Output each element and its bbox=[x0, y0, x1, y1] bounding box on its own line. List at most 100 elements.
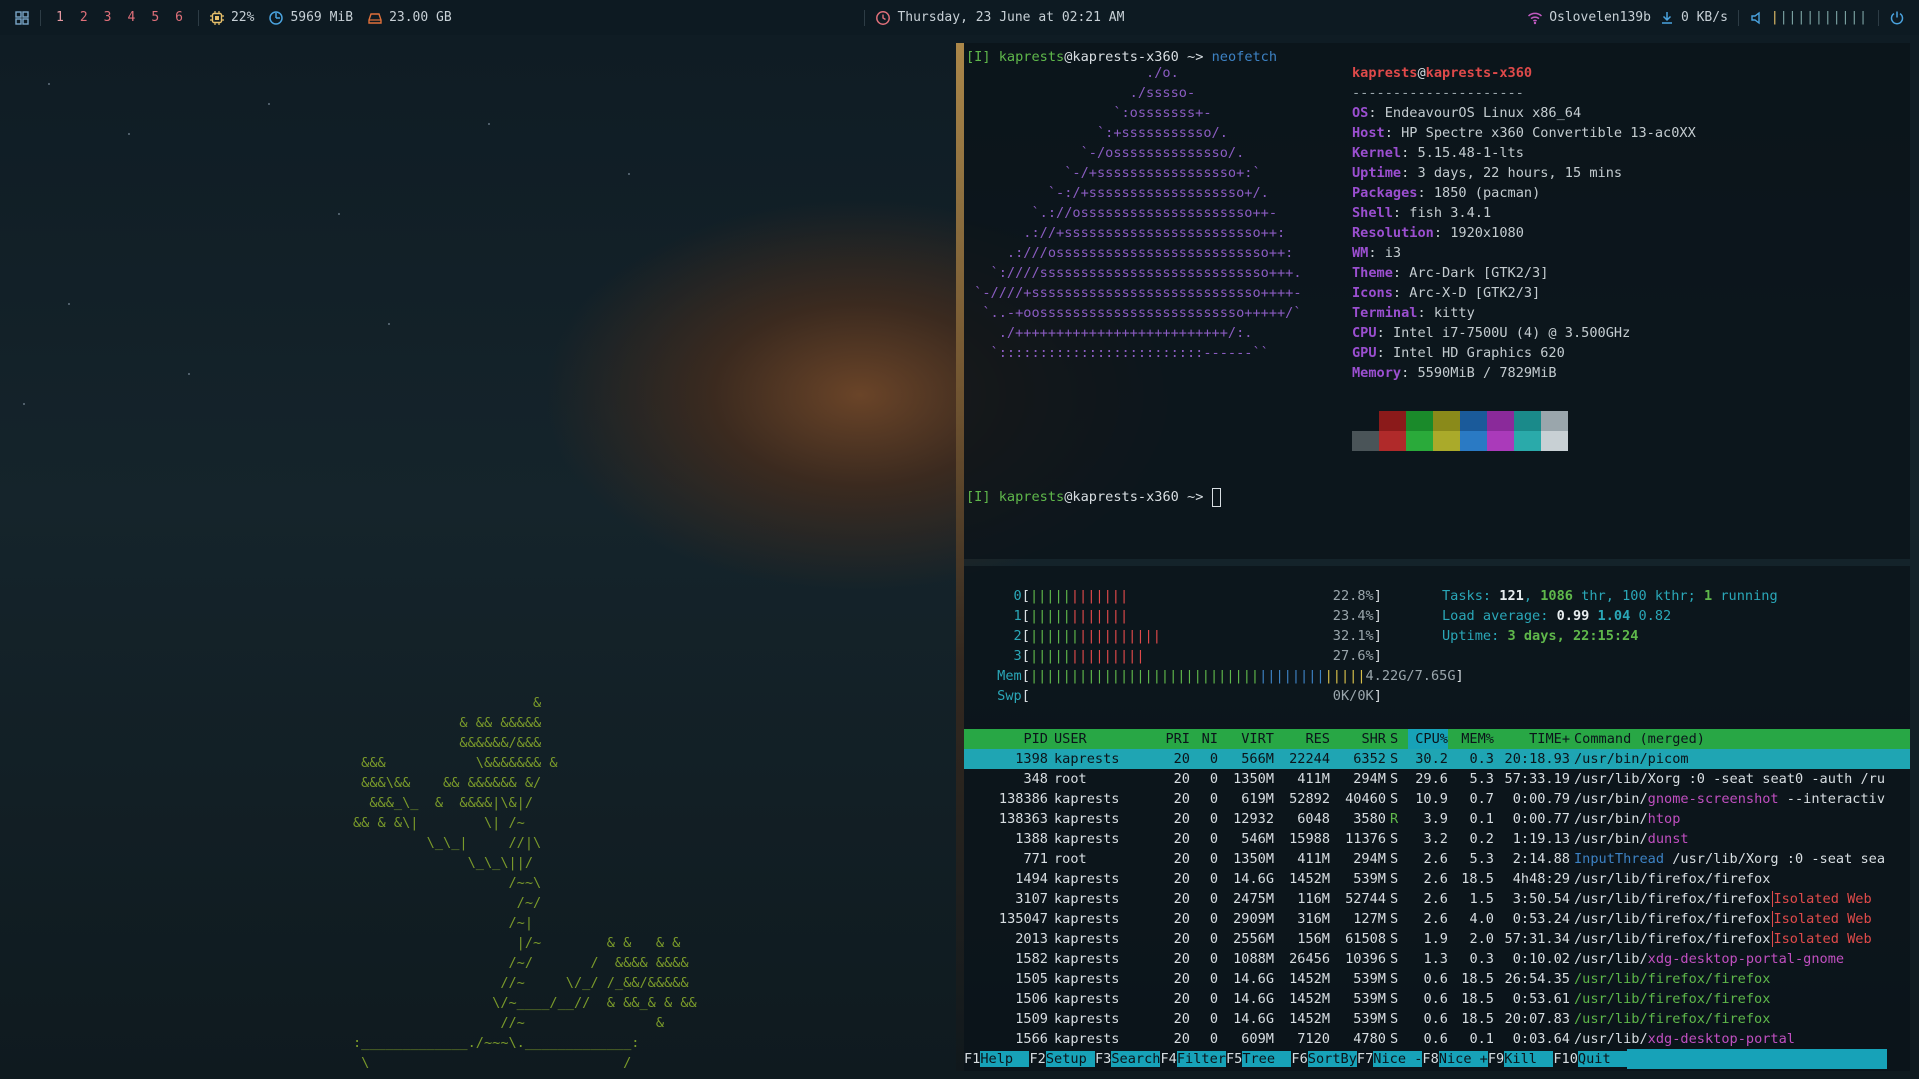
cell-shr: 6352 bbox=[1353, 751, 1386, 767]
process-row[interactable]: 1388 kaprests 20 0 546M 15988 11376 S 3.2 0.2 1:19… bbox=[964, 829, 1910, 849]
cell-mem: 18.5 bbox=[1461, 1011, 1494, 1027]
fkey-help-button[interactable]: Help bbox=[980, 1051, 1030, 1067]
process-row[interactable]: 1494 kaprests 20 0 14.6G 1452M 539M S 2.6 18.5 4h4… bbox=[964, 869, 1910, 889]
info-key: Shell bbox=[1352, 205, 1393, 221]
process-row[interactable]: 1582 kaprests 20 0 1088M 26456 10396 S 1.3 0.3 0:1… bbox=[964, 949, 1910, 969]
cell-virt: 14.6G bbox=[1233, 971, 1274, 987]
process-row[interactable]: 1506 kaprests 20 0 14.6G 1452M 539M S 0.6 18.5 0:5… bbox=[964, 989, 1910, 1009]
column-header-time[interactable]: TIME+ bbox=[1500, 729, 1570, 749]
column-header-cpu[interactable]: CPU% bbox=[1408, 729, 1448, 749]
info-memory: Memory: 5590MiB / 7829MiB bbox=[1352, 365, 1557, 381]
workspace-2[interactable]: 2 bbox=[80, 10, 88, 25]
process-row[interactable]: 135047 kaprests 20 0 2909M 316M 127M S 2.6 4.0 0:5… bbox=[964, 909, 1910, 929]
fkey-sortby-button[interactable]: SortBy bbox=[1307, 1051, 1357, 1067]
cell-mem: 0.3 bbox=[1469, 951, 1494, 967]
column-header-s[interactable]: S bbox=[1390, 729, 1398, 749]
wifi-indicator[interactable]: Oslovelen139b bbox=[1527, 0, 1651, 35]
cell-s: S bbox=[1390, 851, 1399, 867]
fkey-quit-button[interactable]: Quit bbox=[1577, 1051, 1628, 1067]
cell-s: S bbox=[1390, 751, 1399, 767]
column-header-shr[interactable]: SHR bbox=[1334, 729, 1386, 749]
cell-s: S bbox=[1390, 771, 1399, 787]
cell-time: 0:03.64 bbox=[1512, 1031, 1570, 1047]
fkey-tree-button[interactable]: Tree bbox=[1242, 1051, 1292, 1067]
column-header-mem[interactable]: MEM% bbox=[1454, 729, 1494, 749]
process-row[interactable]: 3107 kaprests 20 0 2475M 116M 52744 S 2.6 1.5 3:50… bbox=[964, 889, 1910, 909]
text-cursor bbox=[1211, 487, 1221, 507]
process-table-header[interactable]: PID USER PRI NI VIRT RES SHR S CPU% MEM% TIME+ Comm… bbox=[964, 729, 1910, 749]
clock-pie-icon bbox=[269, 10, 284, 25]
column-header-user[interactable]: USER bbox=[1054, 729, 1087, 749]
endeavouros-logo: ./o. ./sssso- `:osssssss+- `:+ssssssssss… bbox=[974, 65, 1302, 361]
power-icon[interactable] bbox=[1889, 10, 1905, 26]
cell-pri: 20 bbox=[1173, 931, 1190, 947]
info-value: 5590MiB / 7829MiB bbox=[1417, 365, 1557, 381]
fkey-nice-button[interactable]: Nice + bbox=[1438, 1051, 1488, 1067]
cell-mem: 0.7 bbox=[1469, 791, 1494, 807]
prompt-line-2[interactable]: [I] kaprests@kaprests-x360 ~> bbox=[966, 487, 1221, 507]
process-row[interactable]: 2013 kaprests 20 0 2556M 156M 61508 S 1.9 2.0 57:3… bbox=[964, 929, 1910, 949]
cell-cmd: /usr/lib/firefox/firefox bbox=[1574, 1011, 1771, 1027]
cell-shr: 539M bbox=[1353, 971, 1386, 987]
cell-s: S bbox=[1390, 1031, 1399, 1047]
process-row[interactable]: 138363 kaprests 20 0 12932 6048 3580 R 3.9 0.1 0:0… bbox=[964, 809, 1910, 829]
cell-s: S bbox=[1390, 871, 1399, 887]
cell-virt: 12932 bbox=[1233, 811, 1274, 827]
cell-s: S bbox=[1390, 991, 1399, 1007]
color-swatch bbox=[1406, 411, 1433, 431]
column-header-ni[interactable]: NI bbox=[1198, 729, 1218, 749]
neofetch-terminal[interactable]: [I] kaprests@kaprests-x360 ~> neofetch .… bbox=[964, 43, 1910, 559]
volume-bar[interactable]: ||||||||||| bbox=[1771, 10, 1868, 25]
cell-s: S bbox=[1390, 791, 1399, 807]
cell-ni: 0 bbox=[1209, 811, 1218, 827]
fkey-search-button[interactable]: Search bbox=[1111, 1051, 1161, 1067]
cell-cmd: /usr/lib/firefox/firefox bbox=[1574, 971, 1771, 987]
workspace-3[interactable]: 3 bbox=[104, 10, 112, 25]
cell-virt: 1088M bbox=[1233, 951, 1274, 967]
color-swatch bbox=[1433, 411, 1460, 431]
cell-cmd: /usr/bin/dunst bbox=[1574, 831, 1689, 847]
info-key: Terminal bbox=[1352, 305, 1418, 321]
process-row[interactable]: 771 root 20 0 1350M 411M 294M S 2.6 5.3 2:14.88 Inp… bbox=[964, 849, 1910, 869]
workspace-5[interactable]: 5 bbox=[151, 10, 159, 25]
fkey-number: F2 bbox=[1029, 1051, 1046, 1067]
color-swatch bbox=[1487, 431, 1514, 451]
column-header-pri[interactable]: PRI bbox=[1158, 729, 1190, 749]
column-header-pid[interactable]: PID bbox=[996, 729, 1048, 749]
cell-mem: 0.1 bbox=[1469, 1031, 1494, 1047]
star bbox=[338, 213, 340, 215]
info-resolution: Resolution: 1920x1080 bbox=[1352, 225, 1524, 241]
cell-pid: 1582 bbox=[1015, 951, 1048, 967]
fkey-filter-button[interactable]: Filter bbox=[1176, 1051, 1226, 1067]
fkey-kill-button[interactable]: Kill bbox=[1504, 1051, 1554, 1067]
column-header-cmd[interactable]: Command (merged) bbox=[1574, 729, 1705, 749]
process-row[interactable]: 1505 kaprests 20 0 14.6G 1452M 539M S 0.6 18.5 26:… bbox=[964, 969, 1910, 989]
column-header-res[interactable]: RES bbox=[1278, 729, 1330, 749]
volume-indicator[interactable]: ||||||||||| bbox=[1749, 0, 1868, 35]
workspace-6[interactable]: 6 bbox=[175, 10, 183, 25]
color-swatch bbox=[1460, 411, 1487, 431]
clock[interactable]: Thursday, 23 June at 02:21 AM bbox=[875, 0, 1124, 35]
process-row[interactable]: 138386 kaprests 20 0 619M 52892 40460 S 10.9 0.7 0… bbox=[964, 789, 1910, 809]
cell-cmd: /usr/lib/firefox/firefox bbox=[1574, 871, 1771, 887]
process-row[interactable]: 1509 kaprests 20 0 14.6G 1452M 539M S 0.6 18.5 20:… bbox=[964, 1009, 1910, 1029]
workspace-1[interactable]: 1 bbox=[56, 10, 64, 25]
left-terminal-pane[interactable]: & & && &&&&& &&&&&&/&&& &&& \&&&&&&& & &… bbox=[8, 43, 956, 1071]
cell-shr: 11376 bbox=[1345, 831, 1386, 847]
star bbox=[48, 83, 50, 85]
htop-terminal[interactable]: 0[|||||||||||| 22.8%] 1[|||||||||||| 23.… bbox=[964, 566, 1910, 1071]
info-value: i3 bbox=[1384, 245, 1402, 261]
process-row[interactable]: 1566 kaprests 20 0 609M 7120 4780 S 0.6 0.1 0:03.6… bbox=[964, 1029, 1910, 1049]
cell-cmd: InputThread /usr/lib/Xorg :0 -seat sea bbox=[1574, 851, 1886, 867]
info-terminal: Terminal: kitty bbox=[1352, 305, 1475, 321]
process-row[interactable]: 1398 kaprests 20 0 566M 22244 6352 S 30.2 0.3 20:1… bbox=[964, 749, 1910, 769]
cell-pri: 20 bbox=[1173, 1031, 1190, 1047]
apps-grid-icon[interactable] bbox=[14, 10, 30, 26]
fkey-setup-button[interactable]: Setup bbox=[1045, 1051, 1095, 1067]
workspace-4[interactable]: 4 bbox=[127, 10, 135, 25]
column-header-virt[interactable]: VIRT bbox=[1222, 729, 1274, 749]
cell-cmd: /usr/bin/gnome-screenshot --interactiv bbox=[1574, 791, 1886, 807]
cell-ni: 0 bbox=[1209, 751, 1218, 767]
fkey-nice-button[interactable]: Nice - bbox=[1373, 1051, 1423, 1067]
process-row[interactable]: 348 root 20 0 1350M 411M 294M S 29.6 5.3 57:33.19/… bbox=[964, 769, 1910, 789]
